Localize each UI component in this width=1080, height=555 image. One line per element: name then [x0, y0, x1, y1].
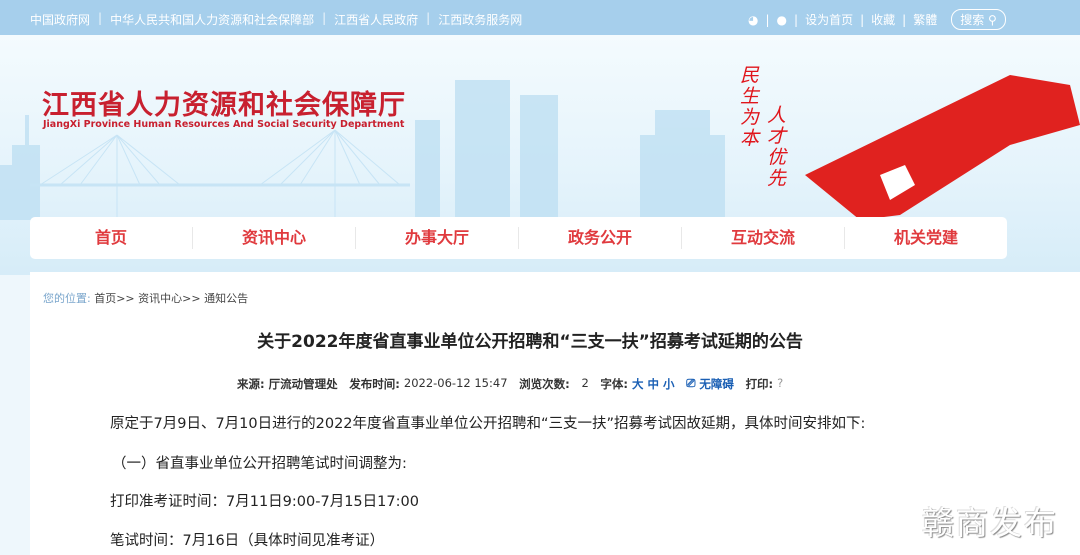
breadcrumb: 您的位置: 首页>> 资讯中心>> 通知公告 — [43, 290, 248, 306]
search-icon: ⚲ — [988, 13, 997, 27]
search-label: 搜索 — [960, 13, 985, 27]
external-links: 中国政府网 | 中华人民共和国人力资源和社会保障部 | 江西省人民政府 | 江西政务服… — [30, 11, 523, 28]
site-logo-title[interactable]: 江西省人力资源和社会保障厅 — [42, 83, 406, 122]
wechat-icon[interactable]: ● — [777, 13, 787, 27]
nav-services[interactable]: 办事大厅 — [356, 227, 519, 249]
link-jiangxi-gov[interactable]: 江西省人民政府 — [334, 11, 418, 28]
article-paragraph: 原定于7月9日、7月10日进行的2022年度省直事业单位公开招聘和“三支一扶”招… — [110, 416, 866, 432]
source-value: 厅流动管理处 — [268, 377, 338, 391]
source-label: 来源: — [237, 377, 265, 391]
watermark: 赣商发布 — [922, 504, 1059, 542]
nav-party-building[interactable]: 机关党建 — [845, 227, 1007, 249]
top-actions: ◕ | ● | 设为首页 | 收藏 | 繁體 搜索 ⚲ — [748, 9, 1006, 30]
weibo-icon[interactable]: ◕ — [748, 13, 758, 27]
link-gov[interactable]: 中国政府网 — [30, 11, 90, 28]
print-button[interactable]: ? — [777, 376, 783, 392]
top-bar: 中国政府网 | 中华人民共和国人力资源和社会保障部 | 江西省人民政府 | 江西政务服… — [0, 0, 1080, 35]
print-label: 打印: — [745, 377, 774, 391]
breadcrumb-path[interactable]: 首页>> 资讯中心>> 通知公告 — [94, 292, 248, 305]
slogan-1: 民生为本 — [737, 65, 759, 149]
article-meta: 来源: 厅流动管理处 发布时间: 2022-06-12 15:47 浏览次数: 2 … — [237, 376, 783, 392]
article-paragraph: 笔试时间：7月16日（具体时间见准考证） — [110, 533, 385, 549]
nav-news[interactable]: 资讯中心 — [193, 227, 356, 249]
article-paragraph: （一）省直事业单位公开招聘笔试时间调整为: — [112, 456, 407, 472]
main-nav: 首页 资讯中心 办事大厅 政务公开 互动交流 机关党建 — [30, 217, 1007, 259]
article-paragraph: 打印准考证时间：7月11日9:00-7月15日17:00 — [110, 494, 419, 510]
link-jiangxi-service[interactable]: 江西政务服务网 — [438, 11, 522, 28]
traditional-chinese-link[interactable]: 繁體 — [913, 11, 937, 28]
time-value: 2022-06-12 15:47 — [403, 376, 508, 390]
accessibility-link[interactable]: 无障碍 — [699, 376, 734, 392]
accessibility-icon[interactable]: ⎚ — [686, 376, 695, 392]
font-size-buttons[interactable]: 大 中 小 — [632, 376, 675, 392]
favorite-link[interactable]: 收藏 — [871, 11, 895, 28]
nav-government-affairs[interactable]: 政务公开 — [519, 227, 682, 249]
time-label: 发布时间: — [349, 377, 400, 391]
article-title: 关于2022年度省直事业单位公开招聘和“三支一扶”招募考试延期的公告 — [257, 332, 803, 352]
site-logo-subtitle: JiangXi Province Human Resources And Soc… — [43, 119, 405, 130]
font-label: 字体: — [600, 377, 629, 391]
breadcrumb-label: 您的位置: — [43, 292, 91, 305]
search-button[interactable]: 搜索 ⚲ — [951, 9, 1006, 30]
nav-interaction[interactable]: 互动交流 — [682, 227, 845, 249]
set-homepage-link[interactable]: 设为首页 — [805, 11, 853, 28]
nav-home[interactable]: 首页 — [30, 227, 193, 249]
views-label: 浏览次数: — [519, 377, 570, 391]
views-value: 2 — [581, 376, 589, 390]
slogan-2: 人才优先 — [764, 105, 786, 189]
link-mohrss[interactable]: 中华人民共和国人力资源和社会保障部 — [110, 11, 314, 28]
